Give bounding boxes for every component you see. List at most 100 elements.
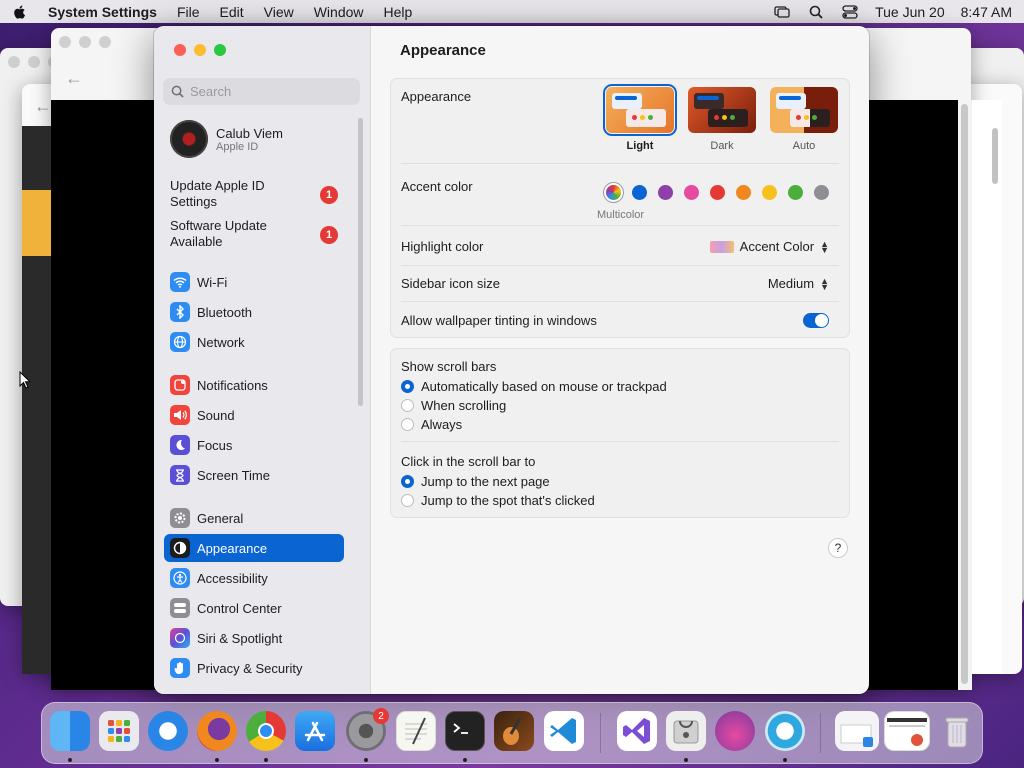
sidebar-item-label: Screen Time: [197, 467, 270, 483]
installer-icon[interactable]: [715, 711, 755, 751]
appearance-option-dark[interactable]: Dark: [687, 87, 757, 152]
screen-recorder-icon[interactable]: [765, 711, 805, 751]
sidebar-item-bluetooth[interactable]: Bluetooth: [164, 298, 344, 326]
terminal-icon[interactable]: [445, 711, 485, 751]
software-update-notice[interactable]: Software Update Available 1: [170, 218, 350, 250]
wallpaper-tinting-label: Allow wallpaper tinting in windows: [401, 313, 597, 328]
update-apple-id-notice[interactable]: Update Apple ID Settings 1: [170, 178, 350, 210]
sidebar-icon-size-row: Sidebar icon size Medium ▲ ▼: [401, 276, 839, 294]
sidebar-item-label: General: [197, 510, 244, 526]
menu-help[interactable]: Help: [384, 4, 413, 20]
accent-color-orange[interactable]: [736, 185, 751, 200]
divider: [401, 265, 839, 266]
click-option-spot-clicked[interactable]: Jump to the spot that's clicked: [401, 493, 595, 508]
accent-color-green[interactable]: [788, 185, 803, 200]
sidebar-item-notifications[interactable]: Notifications: [164, 371, 344, 399]
appearance-option-auto[interactable]: Auto: [769, 87, 839, 152]
highlight-color-popup[interactable]: Accent Color ▲ ▼: [709, 239, 829, 254]
wallpaper-tinting-toggle[interactable]: [803, 313, 829, 328]
accent-color-red[interactable]: [710, 185, 725, 200]
sidebar-item-label: Sound: [197, 407, 235, 423]
menu-view[interactable]: View: [264, 4, 294, 20]
menu-date[interactable]: Tue Jun 20: [875, 4, 945, 20]
click-option-next-page[interactable]: Jump to the next page: [401, 474, 550, 489]
sidebar-item-general[interactable]: General: [164, 504, 344, 532]
back-arrow-icon[interactable]: ←: [65, 68, 83, 89]
sidebar-item-privacy-security[interactable]: Privacy & Security: [164, 654, 344, 682]
settings-badge: 2: [373, 708, 389, 724]
sidebar-item-accessibility[interactable]: Accessibility: [164, 564, 344, 592]
moon-icon: [170, 435, 190, 455]
menu-time[interactable]: 8:47 AM: [961, 4, 1012, 20]
scroll-bars-option-automatic[interactable]: Automatically based on mouse or trackpad: [401, 379, 667, 394]
yellow-banner: [22, 190, 51, 256]
trash-icon[interactable]: [937, 711, 977, 751]
scroll-bars-option-always[interactable]: Always: [401, 417, 462, 432]
gear-icon: [170, 508, 190, 528]
accent-color-blue[interactable]: [632, 185, 647, 200]
chrome-icon[interactable]: [246, 711, 286, 751]
back-arrow-icon[interactable]: ←: [34, 96, 52, 117]
help-button[interactable]: ?: [828, 538, 848, 558]
running-indicator: [68, 758, 72, 762]
search-field[interactable]: Search: [163, 78, 360, 105]
disk-utility-icon[interactable]: [666, 711, 706, 751]
background-scroll-thumb[interactable]: [992, 128, 998, 184]
vscode-icon[interactable]: [544, 711, 584, 751]
downloads-icon[interactable]: [835, 711, 879, 751]
firefox-icon[interactable]: [197, 711, 237, 751]
safari-icon[interactable]: [148, 711, 188, 751]
menu-app-name[interactable]: System Settings: [48, 4, 157, 20]
speaker-icon: [170, 405, 190, 425]
radio-button[interactable]: [401, 399, 414, 412]
sidebar-item-wifi[interactable]: Wi-Fi: [164, 268, 344, 296]
sidebar-item-control-center[interactable]: Control Center: [164, 594, 344, 622]
sidebar-item-siri-spotlight[interactable]: Siri & Spotlight: [164, 624, 344, 652]
textedit-icon[interactable]: [396, 711, 436, 751]
background-scrollbar[interactable]: [958, 100, 972, 690]
sidebar-icon-size-popup[interactable]: Medium ▲ ▼: [768, 276, 829, 291]
accent-color-purple[interactable]: [658, 185, 673, 200]
close-button[interactable]: [174, 44, 186, 56]
sidebar-item-label: Notifications: [197, 377, 268, 393]
bluetooth-icon: [170, 302, 190, 322]
radio-button[interactable]: [401, 418, 414, 431]
app-store-icon[interactable]: [295, 711, 335, 751]
apple-logo-icon[interactable]: [12, 4, 28, 20]
sidebar-item-network[interactable]: Network: [164, 328, 344, 356]
spotlight-search-icon[interactable]: [807, 4, 825, 20]
radio-button[interactable]: [401, 475, 414, 488]
accent-color-graphite[interactable]: [814, 185, 829, 200]
garageband-icon[interactable]: [494, 711, 534, 751]
sidebar-scrollbar[interactable]: [358, 118, 363, 406]
preview-icon[interactable]: [884, 711, 930, 751]
minimize-button[interactable]: [194, 44, 206, 56]
control-center-icon[interactable]: [841, 4, 859, 20]
sidebar-item-focus[interactable]: Focus: [164, 431, 344, 459]
appearance-option-light[interactable]: Light: [603, 84, 677, 152]
launchpad-icon[interactable]: [99, 711, 139, 751]
finder-icon[interactable]: [50, 711, 90, 751]
hand-icon: [170, 658, 190, 678]
radio-button[interactable]: [401, 380, 414, 393]
window-controls: [174, 44, 226, 56]
zoom-button[interactable]: [214, 44, 226, 56]
apple-id-profile[interactable]: Calub Viem Apple ID: [170, 120, 283, 158]
screen-mirroring-icon[interactable]: [773, 4, 791, 20]
scroll-bars-option-when-scrolling[interactable]: When scrolling: [401, 398, 506, 413]
option-label: Dark: [710, 140, 734, 152]
accent-color-yellow[interactable]: [762, 185, 777, 200]
show-scroll-bars-label: Show scroll bars: [401, 359, 497, 374]
visual-studio-icon[interactable]: [617, 711, 657, 751]
sidebar-item-screen-time[interactable]: Screen Time: [164, 461, 344, 489]
accent-color-pink[interactable]: [684, 185, 699, 200]
sidebar-item-sound[interactable]: Sound: [164, 401, 344, 429]
radio-button[interactable]: [401, 494, 414, 507]
accent-color-multicolor[interactable]: [606, 185, 621, 200]
menu-file[interactable]: File: [177, 4, 200, 20]
menu-edit[interactable]: Edit: [220, 4, 244, 20]
running-indicator: [264, 758, 268, 762]
sidebar-icon-size-label: Sidebar icon size: [401, 276, 500, 291]
menu-window[interactable]: Window: [314, 4, 364, 20]
sidebar-item-appearance[interactable]: Appearance: [164, 534, 344, 562]
